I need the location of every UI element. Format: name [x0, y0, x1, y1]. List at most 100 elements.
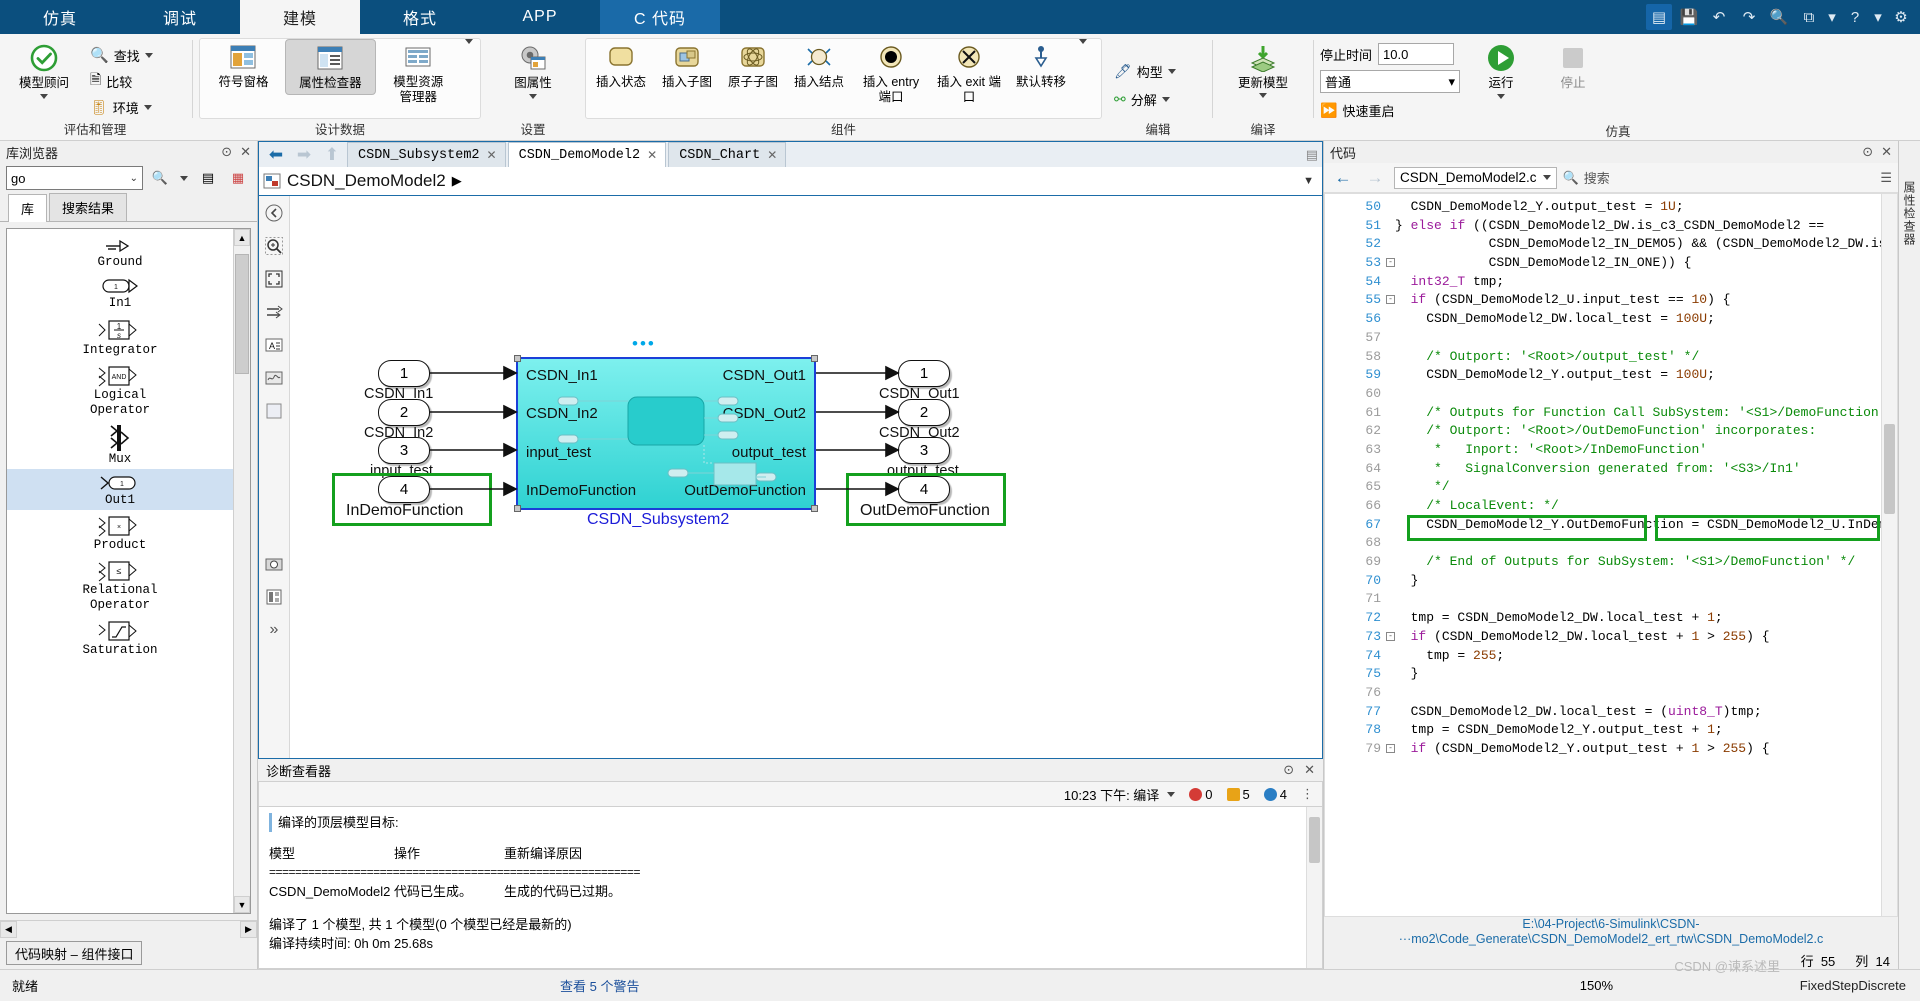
- help-icon[interactable]: ?: [1842, 4, 1868, 30]
- search-icon[interactable]: 🔍: [1766, 4, 1792, 30]
- code-line[interactable]: int32_T tmp;: [1395, 273, 1897, 292]
- close-icon[interactable]: ✕: [647, 148, 657, 162]
- settings-icon[interactable]: ⚙: [1888, 4, 1914, 30]
- code-line[interactable]: CSDN_DemoModel2_Y.output_test = 1U;: [1395, 198, 1897, 217]
- code-line[interactable]: } else if ((CSDN_DemoModel2_DW.is_c3_CSD…: [1395, 217, 1897, 236]
- code-line[interactable]: * SignalConversion generated from: '<S3>…: [1395, 460, 1897, 479]
- inport-block-2[interactable]: 2: [378, 399, 430, 426]
- close-icon[interactable]: ✕: [767, 148, 777, 162]
- inport-block-3[interactable]: 3: [378, 437, 430, 464]
- library-tab-library[interactable]: 库: [8, 194, 48, 222]
- scroll-up-icon[interactable]: ▲: [234, 229, 250, 246]
- property-inspector-button[interactable]: 属性检查器: [284, 39, 376, 95]
- diagnostic-filter-label[interactable]: 10:23 下午: 编译: [1064, 785, 1159, 804]
- code-line[interactable]: CSDN_DemoModel2_Y.output_test = 100U;: [1395, 366, 1897, 385]
- minimize-icon[interactable]: ⊙: [221, 144, 232, 160]
- property-inspector-strip[interactable]: 属性检查器: [1898, 141, 1920, 969]
- warning-badge[interactable]: 5: [1226, 787, 1250, 802]
- scope-icon[interactable]: [263, 367, 285, 389]
- diagnostic-scrollbar[interactable]: [1306, 807, 1322, 968]
- simulation-mode-select[interactable]: 普通 ▾: [1320, 70, 1460, 93]
- code-line[interactable]: CSDN_DemoModel2_DW.local_test = 100U;: [1395, 310, 1897, 329]
- breadcrumb-model-name[interactable]: CSDN_DemoModel2: [287, 171, 446, 191]
- info-badge[interactable]: 4: [1263, 787, 1287, 802]
- more-icon[interactable]: »: [263, 619, 285, 641]
- model-tab-csdn-chart[interactable]: CSDN_Chart ✕: [668, 142, 787, 167]
- diagnostic-more-icon[interactable]: ⋮: [1301, 786, 1314, 802]
- code-line[interactable]: tmp = 255;: [1395, 647, 1897, 666]
- outport-block-1[interactable]: 1: [898, 360, 950, 387]
- insert-state-button[interactable]: 插入状态: [588, 39, 654, 93]
- model-canvas[interactable]: CSDN_In1 CSDN_In2 input_test InDemoFunct…: [290, 196, 1322, 758]
- subsystem-badge-dots[interactable]: •••: [632, 334, 656, 354]
- resize-handle[interactable]: [514, 355, 521, 362]
- resize-handle[interactable]: [811, 355, 818, 362]
- code-forward-icon[interactable]: →: [1362, 166, 1388, 190]
- port-signal-icon[interactable]: [263, 301, 285, 323]
- code-line[interactable]: /* End of Outputs for SubSystem: '<S1>/D…: [1395, 553, 1897, 572]
- code-line[interactable]: [1395, 590, 1897, 609]
- code-line[interactable]: if (CSDN_DemoModel2_U.input_test == 10) …: [1395, 291, 1897, 310]
- resize-handle[interactable]: [514, 505, 521, 512]
- ribbon-tab-ccode[interactable]: C 代码: [600, 0, 720, 34]
- code-line[interactable]: /* Outputs for Function Call SubSystem: …: [1395, 404, 1897, 423]
- configuration-button[interactable]: 🖊 构型: [1110, 59, 1180, 85]
- blank-block-icon[interactable]: [263, 400, 285, 422]
- chevron-down-icon[interactable]: [143, 104, 152, 110]
- code-line[interactable]: CSDN_DemoModel2_IN_ONE)) {: [1395, 254, 1897, 273]
- chevron-down-icon[interactable]: [1161, 97, 1170, 102]
- error-badge[interactable]: 0: [1189, 787, 1213, 802]
- text-annotation-icon[interactable]: A: [263, 334, 285, 356]
- diagnostic-message-body[interactable]: 编译的顶层模型目标: 模型 操作 重新编译原因 ================…: [258, 807, 1323, 969]
- library-item-relational-operator[interactable]: ≤ Relational Operator: [7, 555, 233, 615]
- symbol-pane-button[interactable]: 符号窗格: [202, 39, 285, 93]
- code-back-icon[interactable]: ←: [1330, 166, 1356, 190]
- model-explorer-button[interactable]: 模型资源 管理器: [376, 39, 461, 108]
- code-line[interactable]: }: [1395, 665, 1897, 684]
- ribbon-tab-app[interactable]: APP: [480, 0, 600, 34]
- minimize-icon[interactable]: ⊙: [1862, 144, 1873, 160]
- inport-block-1[interactable]: 1: [378, 360, 430, 387]
- components-more-button[interactable]: [1074, 39, 1092, 44]
- chart-properties-button[interactable]: 图属性: [493, 40, 573, 102]
- outport-block-2[interactable]: 2: [898, 399, 950, 426]
- code-lines[interactable]: CSDN_DemoModel2_Y.output_test = 1U;} els…: [1387, 194, 1897, 916]
- code-line[interactable]: */: [1395, 478, 1897, 497]
- library-list-view-button[interactable]: ▤: [195, 166, 221, 190]
- library-item-out1[interactable]: 1 Out1: [7, 469, 233, 510]
- scroll-thumb[interactable]: [235, 254, 249, 374]
- library-search-button[interactable]: 🔍: [147, 166, 173, 190]
- chevron-down-icon[interactable]: [1167, 69, 1176, 74]
- code-line[interactable]: CSDN_DemoModel2_DW.local_test = (uint8_T…: [1395, 703, 1897, 722]
- library-vertical-scrollbar[interactable]: ▲ ▼: [233, 229, 250, 913]
- chevron-down-icon[interactable]: [1167, 791, 1176, 797]
- scroll-left-icon[interactable]: ◀: [0, 920, 17, 938]
- app-icon[interactable]: ▤: [1646, 4, 1672, 30]
- chevron-down-icon[interactable]: [529, 94, 537, 99]
- camera-icon[interactable]: [263, 553, 285, 575]
- library-item-product[interactable]: × Product: [7, 510, 233, 555]
- chevron-down-icon[interactable]: [1497, 94, 1505, 99]
- chevron-down-icon[interactable]: ⌄: [130, 173, 138, 184]
- code-line[interactable]: if (CSDN_DemoModel2_DW.local_test + 1 > …: [1395, 628, 1897, 647]
- code-line[interactable]: /* Outport: '<Root>/output_test' */: [1395, 348, 1897, 367]
- default-transition-button[interactable]: 默认转移: [1008, 39, 1074, 93]
- status-zoom[interactable]: 150%: [1580, 978, 1800, 993]
- fast-restart-button[interactable]: ⏩ 快速重启: [1320, 97, 1460, 123]
- model-tab-csdn-demomodel2[interactable]: CSDN_DemoModel2 ✕: [507, 142, 667, 167]
- code-line[interactable]: CSDN_DemoModel2_IN_DEMO5) && (CSDN_DemoM…: [1395, 235, 1897, 254]
- scroll-thumb[interactable]: [1309, 817, 1320, 863]
- library-horizontal-scrollbar[interactable]: ◀ ▶: [0, 920, 257, 938]
- code-search-button[interactable]: 🔍 搜索: [1563, 168, 1610, 187]
- code-line[interactable]: }: [1395, 572, 1897, 591]
- code-scrollbar[interactable]: [1881, 194, 1897, 916]
- close-icon[interactable]: ✕: [240, 144, 251, 160]
- library-search-input[interactable]: go ⌄: [6, 166, 143, 190]
- undo-icon[interactable]: ↶: [1706, 4, 1732, 30]
- layout-icon[interactable]: ⧉: [1796, 4, 1822, 30]
- update-model-button[interactable]: 更新模型: [1221, 40, 1305, 101]
- ribbon-tab-simulation[interactable]: 仿真: [0, 0, 120, 34]
- library-item-integrator[interactable]: 1s Integrator: [7, 313, 233, 360]
- code-line[interactable]: tmp = CSDN_DemoModel2_Y.output_test + 1;: [1395, 721, 1897, 740]
- tab-overflow-icon[interactable]: ▤: [1306, 147, 1318, 163]
